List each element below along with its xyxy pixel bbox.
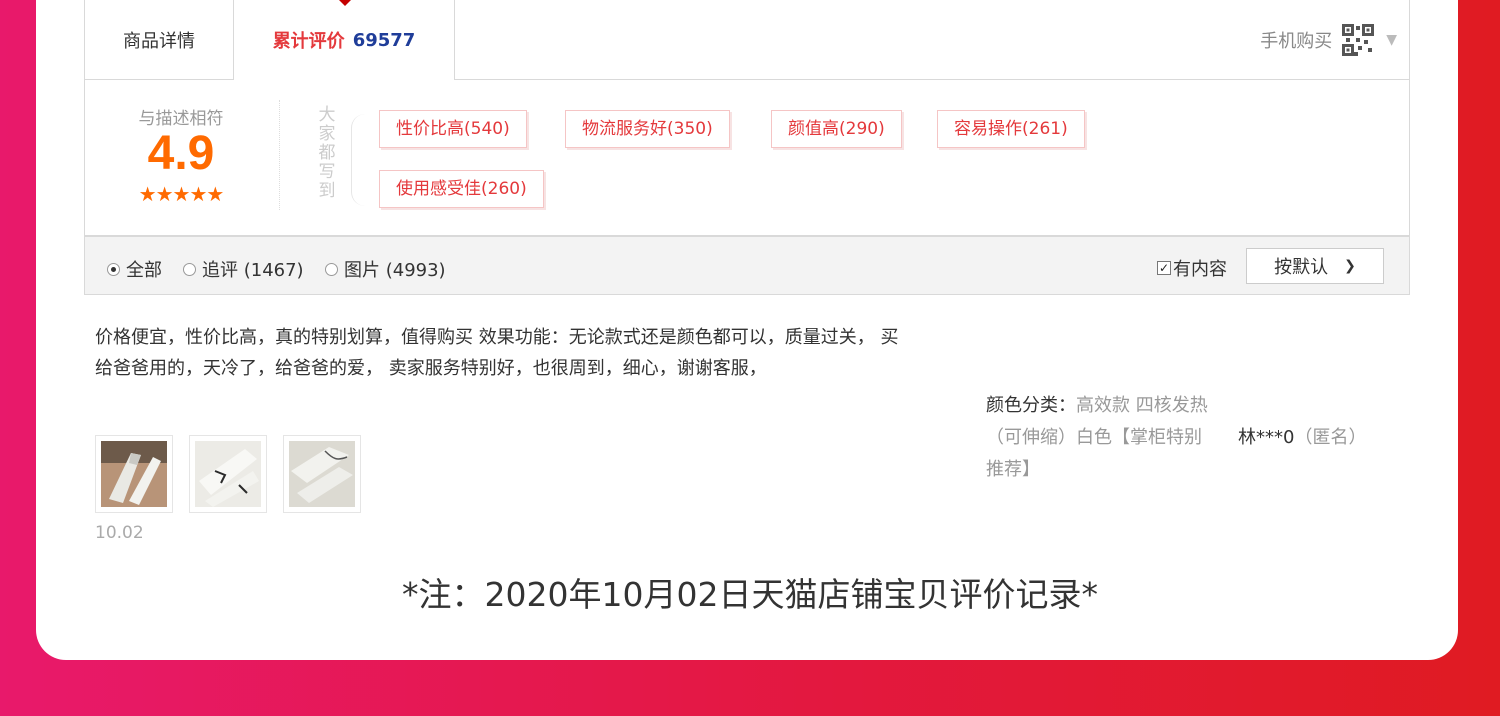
tab-bar: 商品详情 累计评价 69577 手机购买 ▼ [84,0,1410,80]
chevron-down-icon: ▼ [1386,31,1397,48]
review-photo-thumbnail[interactable] [283,435,361,513]
radio-icon [183,262,196,276]
tab-product-detail-label: 商品详情 [123,30,195,52]
review-date: 10.02 [95,523,144,543]
active-tab-indicator [338,0,352,6]
tag-item[interactable]: 物流服务好(350) [565,110,730,148]
review-photo-image [101,441,167,507]
review-photo-thumbnail[interactable] [189,435,267,513]
score-block: 与描述相符 4.9 ★★★★★ [85,80,277,235]
bracket-decoration [351,114,366,206]
tag-item[interactable]: 颜值高(290) [771,110,902,148]
tag-item[interactable]: 容易操作(261) [937,110,1085,148]
reviewer-name: 林***0 [1238,427,1295,448]
checkbox-checked-icon: ✓ [1157,261,1171,275]
review-count: 69577 [352,29,416,51]
has-content-checkbox[interactable]: ✓ 有内容 [1157,255,1227,281]
filter-followup-label: 追评 (1467) [202,260,304,281]
filter-pictures-radio[interactable]: 图片 (4993) [325,256,446,282]
filter-followup-radio[interactable]: 追评 (1467) [183,256,304,282]
tab-product-detail[interactable]: 商品详情 [85,0,233,79]
chevron-down-icon: ❯ [1344,258,1356,274]
review-photo-image [289,441,355,507]
sku-info: 颜色分类：高效款 四核发热（可伸缩）白色【掌柜特别推荐】 [986,390,1216,486]
has-content-label: 有内容 [1173,259,1227,280]
mobile-buy[interactable]: 手机购买 ▼ [1260,0,1397,79]
tag-item[interactable]: 使用感受佳(260) [379,170,544,208]
reviewer-anonymous: （匿名） [1294,427,1367,448]
radio-selected-icon [107,262,120,276]
footnote: *注：2020年10月02日天猫店铺宝贝评价记录* [402,575,1098,614]
review-photos [95,435,377,513]
review-photo-thumbnail[interactable] [95,435,173,513]
divider [279,100,280,210]
star-rating: ★★★★★ [138,182,225,206]
tag-item[interactable]: 性价比高(540) [379,110,527,148]
tab-reviews-label: 累计评价 [272,31,345,52]
filter-pictures-label: 图片 (4993) [344,260,446,281]
qr-code-icon [1342,23,1375,56]
tab-reviews[interactable]: 累计评价 69577 [233,0,455,80]
filter-all-label: 全部 [126,260,162,281]
mobile-buy-label: 手机购买 [1260,30,1333,52]
sort-select[interactable]: 按默认 ❯ [1246,248,1384,284]
rating-summary: 与描述相符 4.9 ★★★★★ 大家都写到 性价比高(540) 物流服务好(35… [84,80,1410,236]
reviewer: 林***0（匿名） [1238,422,1366,454]
tags-side-label: 大家都写到 [318,105,336,201]
filter-all-radio[interactable]: 全部 [107,256,162,282]
review-text: 价格便宜，性价比高，真的特别划算，值得购买 效果功能：无论款式还是颜色都可以，质… [95,327,899,379]
score-value: 4.9 [147,127,215,180]
review-photo-image [195,441,261,507]
sku-label: 颜色分类： [986,395,1076,416]
review-filter-bar: 全部 追评 (1467) 图片 (4993) ✓ 有内容 按默认 ❯ [84,236,1410,295]
sort-select-value: 按默认 [1274,257,1329,278]
radio-icon [325,262,338,276]
